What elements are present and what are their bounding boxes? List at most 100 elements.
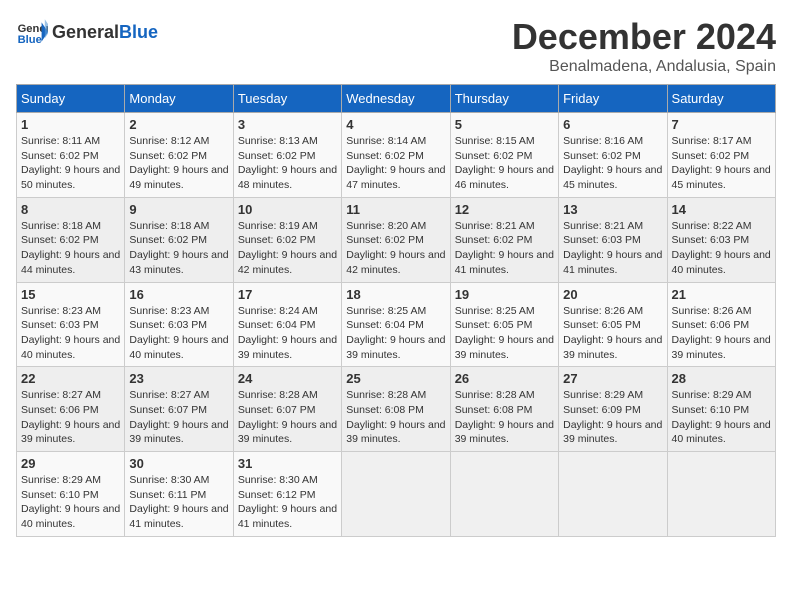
day-info: Sunrise: 8:23 AM Sunset: 6:03 PM Dayligh… [129,304,228,363]
day-info: Sunrise: 8:15 AM Sunset: 6:02 PM Dayligh… [455,134,554,193]
day-number: 12 [455,202,554,217]
calendar-cell: 8 Sunrise: 8:18 AM Sunset: 6:02 PM Dayli… [17,197,125,282]
day-number: 29 [21,456,120,471]
calendar-cell: 1 Sunrise: 8:11 AM Sunset: 6:02 PM Dayli… [17,113,125,198]
calendar-week-row: 22 Sunrise: 8:27 AM Sunset: 6:06 PM Dayl… [17,367,776,452]
day-number: 28 [672,371,771,386]
day-info: Sunrise: 8:23 AM Sunset: 6:03 PM Dayligh… [21,304,120,363]
day-info: Sunrise: 8:26 AM Sunset: 6:05 PM Dayligh… [563,304,662,363]
calendar-cell: 3 Sunrise: 8:13 AM Sunset: 6:02 PM Dayli… [233,113,341,198]
day-number: 22 [21,371,120,386]
calendar-cell: 7 Sunrise: 8:17 AM Sunset: 6:02 PM Dayli… [667,113,775,198]
calendar-cell: 28 Sunrise: 8:29 AM Sunset: 6:10 PM Dayl… [667,367,775,452]
day-info: Sunrise: 8:29 AM Sunset: 6:09 PM Dayligh… [563,388,662,447]
day-info: Sunrise: 8:13 AM Sunset: 6:02 PM Dayligh… [238,134,337,193]
calendar-cell: 14 Sunrise: 8:22 AM Sunset: 6:03 PM Dayl… [667,197,775,282]
calendar-cell: 30 Sunrise: 8:30 AM Sunset: 6:11 PM Dayl… [125,452,233,537]
day-info: Sunrise: 8:16 AM Sunset: 6:02 PM Dayligh… [563,134,662,193]
day-number: 16 [129,287,228,302]
day-number: 31 [238,456,337,471]
calendar-cell: 11 Sunrise: 8:20 AM Sunset: 6:02 PM Dayl… [342,197,450,282]
day-number: 1 [21,117,120,132]
calendar-cell [450,452,558,537]
calendar-cell: 31 Sunrise: 8:30 AM Sunset: 6:12 PM Dayl… [233,452,341,537]
calendar-cell: 6 Sunrise: 8:16 AM Sunset: 6:02 PM Dayli… [559,113,667,198]
weekday-header-tuesday: Tuesday [233,85,341,113]
day-number: 14 [672,202,771,217]
calendar-cell: 29 Sunrise: 8:29 AM Sunset: 6:10 PM Dayl… [17,452,125,537]
day-number: 8 [21,202,120,217]
day-number: 6 [563,117,662,132]
day-number: 25 [346,371,445,386]
weekday-header-thursday: Thursday [450,85,558,113]
day-info: Sunrise: 8:28 AM Sunset: 6:08 PM Dayligh… [346,388,445,447]
logo-blue-text: Blue [119,22,158,43]
day-number: 11 [346,202,445,217]
calendar-cell: 18 Sunrise: 8:25 AM Sunset: 6:04 PM Dayl… [342,282,450,367]
logo: General Blue GeneralBlue [16,16,158,48]
calendar-cell: 26 Sunrise: 8:28 AM Sunset: 6:08 PM Dayl… [450,367,558,452]
calendar-week-row: 1 Sunrise: 8:11 AM Sunset: 6:02 PM Dayli… [17,113,776,198]
calendar-cell: 12 Sunrise: 8:21 AM Sunset: 6:02 PM Dayl… [450,197,558,282]
day-number: 9 [129,202,228,217]
day-info: Sunrise: 8:14 AM Sunset: 6:02 PM Dayligh… [346,134,445,193]
day-info: Sunrise: 8:25 AM Sunset: 6:05 PM Dayligh… [455,304,554,363]
day-info: Sunrise: 8:27 AM Sunset: 6:06 PM Dayligh… [21,388,120,447]
day-number: 24 [238,371,337,386]
calendar-cell: 24 Sunrise: 8:28 AM Sunset: 6:07 PM Dayl… [233,367,341,452]
month-title: December 2024 [512,16,776,58]
weekday-header-saturday: Saturday [667,85,775,113]
weekday-header-sunday: Sunday [17,85,125,113]
day-number: 2 [129,117,228,132]
weekday-header-row: SundayMondayTuesdayWednesdayThursdayFrid… [17,85,776,113]
day-info: Sunrise: 8:26 AM Sunset: 6:06 PM Dayligh… [672,304,771,363]
day-info: Sunrise: 8:20 AM Sunset: 6:02 PM Dayligh… [346,219,445,278]
day-info: Sunrise: 8:11 AM Sunset: 6:02 PM Dayligh… [21,134,120,193]
day-number: 19 [455,287,554,302]
calendar-cell [559,452,667,537]
calendar-cell: 25 Sunrise: 8:28 AM Sunset: 6:08 PM Dayl… [342,367,450,452]
calendar-week-row: 29 Sunrise: 8:29 AM Sunset: 6:10 PM Dayl… [17,452,776,537]
day-info: Sunrise: 8:21 AM Sunset: 6:03 PM Dayligh… [563,219,662,278]
calendar-cell: 15 Sunrise: 8:23 AM Sunset: 6:03 PM Dayl… [17,282,125,367]
calendar-cell: 13 Sunrise: 8:21 AM Sunset: 6:03 PM Dayl… [559,197,667,282]
weekday-header-wednesday: Wednesday [342,85,450,113]
weekday-header-monday: Monday [125,85,233,113]
day-number: 3 [238,117,337,132]
calendar-cell: 10 Sunrise: 8:19 AM Sunset: 6:02 PM Dayl… [233,197,341,282]
day-number: 7 [672,117,771,132]
day-number: 23 [129,371,228,386]
calendar-cell: 22 Sunrise: 8:27 AM Sunset: 6:06 PM Dayl… [17,367,125,452]
calendar-cell: 9 Sunrise: 8:18 AM Sunset: 6:02 PM Dayli… [125,197,233,282]
calendar-cell: 20 Sunrise: 8:26 AM Sunset: 6:05 PM Dayl… [559,282,667,367]
day-number: 18 [346,287,445,302]
location-subtitle: Benalmadena, Andalusia, Spain [512,58,776,76]
calendar-cell: 4 Sunrise: 8:14 AM Sunset: 6:02 PM Dayli… [342,113,450,198]
day-info: Sunrise: 8:29 AM Sunset: 6:10 PM Dayligh… [21,473,120,532]
logo-general-text: General [52,22,119,43]
page-header: General Blue GeneralBlue December 2024 B… [16,16,776,76]
calendar-cell: 19 Sunrise: 8:25 AM Sunset: 6:05 PM Dayl… [450,282,558,367]
svg-text:Blue: Blue [18,34,42,46]
day-info: Sunrise: 8:30 AM Sunset: 6:11 PM Dayligh… [129,473,228,532]
calendar-cell: 27 Sunrise: 8:29 AM Sunset: 6:09 PM Dayl… [559,367,667,452]
calendar-cell: 23 Sunrise: 8:27 AM Sunset: 6:07 PM Dayl… [125,367,233,452]
calendar-cell: 21 Sunrise: 8:26 AM Sunset: 6:06 PM Dayl… [667,282,775,367]
day-info: Sunrise: 8:18 AM Sunset: 6:02 PM Dayligh… [21,219,120,278]
calendar-cell: 17 Sunrise: 8:24 AM Sunset: 6:04 PM Dayl… [233,282,341,367]
day-info: Sunrise: 8:21 AM Sunset: 6:02 PM Dayligh… [455,219,554,278]
weekday-header-friday: Friday [559,85,667,113]
day-number: 30 [129,456,228,471]
calendar-week-row: 15 Sunrise: 8:23 AM Sunset: 6:03 PM Dayl… [17,282,776,367]
day-number: 5 [455,117,554,132]
day-number: 10 [238,202,337,217]
day-number: 13 [563,202,662,217]
day-number: 15 [21,287,120,302]
day-info: Sunrise: 8:18 AM Sunset: 6:02 PM Dayligh… [129,219,228,278]
day-info: Sunrise: 8:27 AM Sunset: 6:07 PM Dayligh… [129,388,228,447]
logo-icon: General Blue [16,16,48,48]
calendar-cell: 5 Sunrise: 8:15 AM Sunset: 6:02 PM Dayli… [450,113,558,198]
day-info: Sunrise: 8:29 AM Sunset: 6:10 PM Dayligh… [672,388,771,447]
day-info: Sunrise: 8:22 AM Sunset: 6:03 PM Dayligh… [672,219,771,278]
day-number: 20 [563,287,662,302]
